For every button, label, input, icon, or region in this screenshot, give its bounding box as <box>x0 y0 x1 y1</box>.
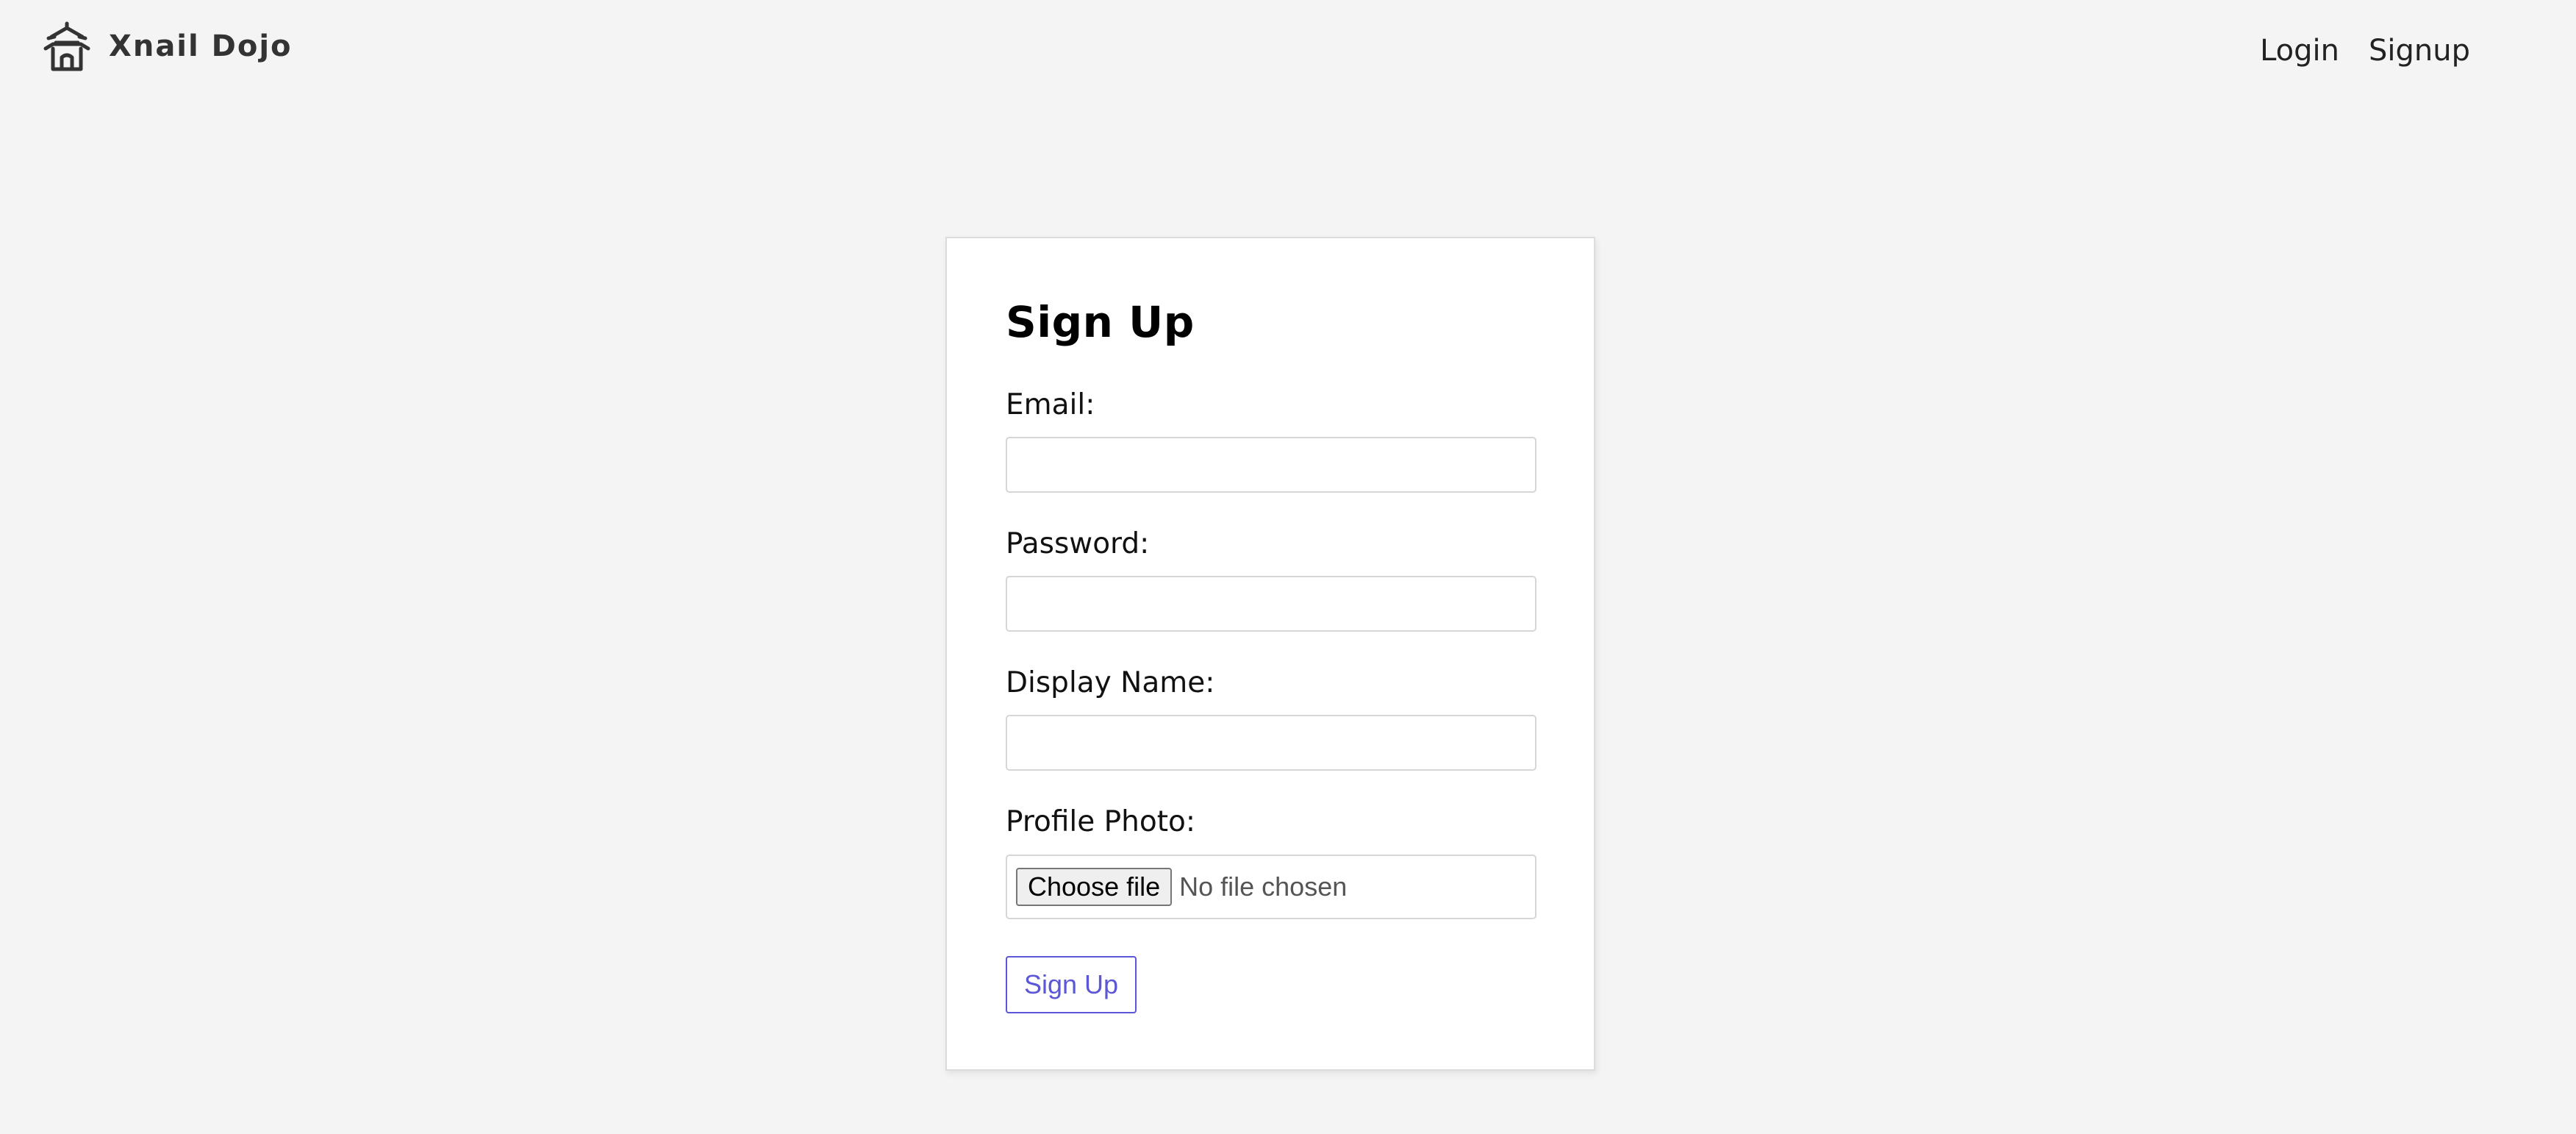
display-name-label: Display Name: <box>1006 666 1215 699</box>
form-title: Sign Up <box>1006 297 1195 347</box>
brand-name: Xnail Dojo <box>109 29 293 63</box>
nav-signup-link[interactable]: Signup <box>2369 34 2470 68</box>
brand[interactable]: Xnail Dojo <box>41 21 293 72</box>
display-name-field[interactable] <box>1006 715 1536 771</box>
sign-up-submit-button[interactable]: Sign Up <box>1006 956 1137 1013</box>
email-field[interactable] <box>1006 437 1536 493</box>
password-label: Password: <box>1006 527 1150 560</box>
file-status-text: No file chosen <box>1179 871 1348 902</box>
profile-photo-label: Profile Photo: <box>1006 805 1196 838</box>
top-nav: Login Signup <box>2260 34 2470 68</box>
dojo-temple-icon <box>43 21 90 71</box>
email-label: Email: <box>1006 388 1095 421</box>
choose-file-button[interactable]: Choose file <box>1016 868 1173 906</box>
password-field[interactable] <box>1006 576 1536 632</box>
top-header: Xnail Dojo Login Signup <box>0 0 2576 110</box>
nav-login-link[interactable]: Login <box>2260 34 2339 68</box>
signup-card: Sign Up Email: Password: Display Name: P… <box>945 237 1595 1071</box>
profile-photo-picker: Choose file No file chosen <box>1006 855 1536 919</box>
